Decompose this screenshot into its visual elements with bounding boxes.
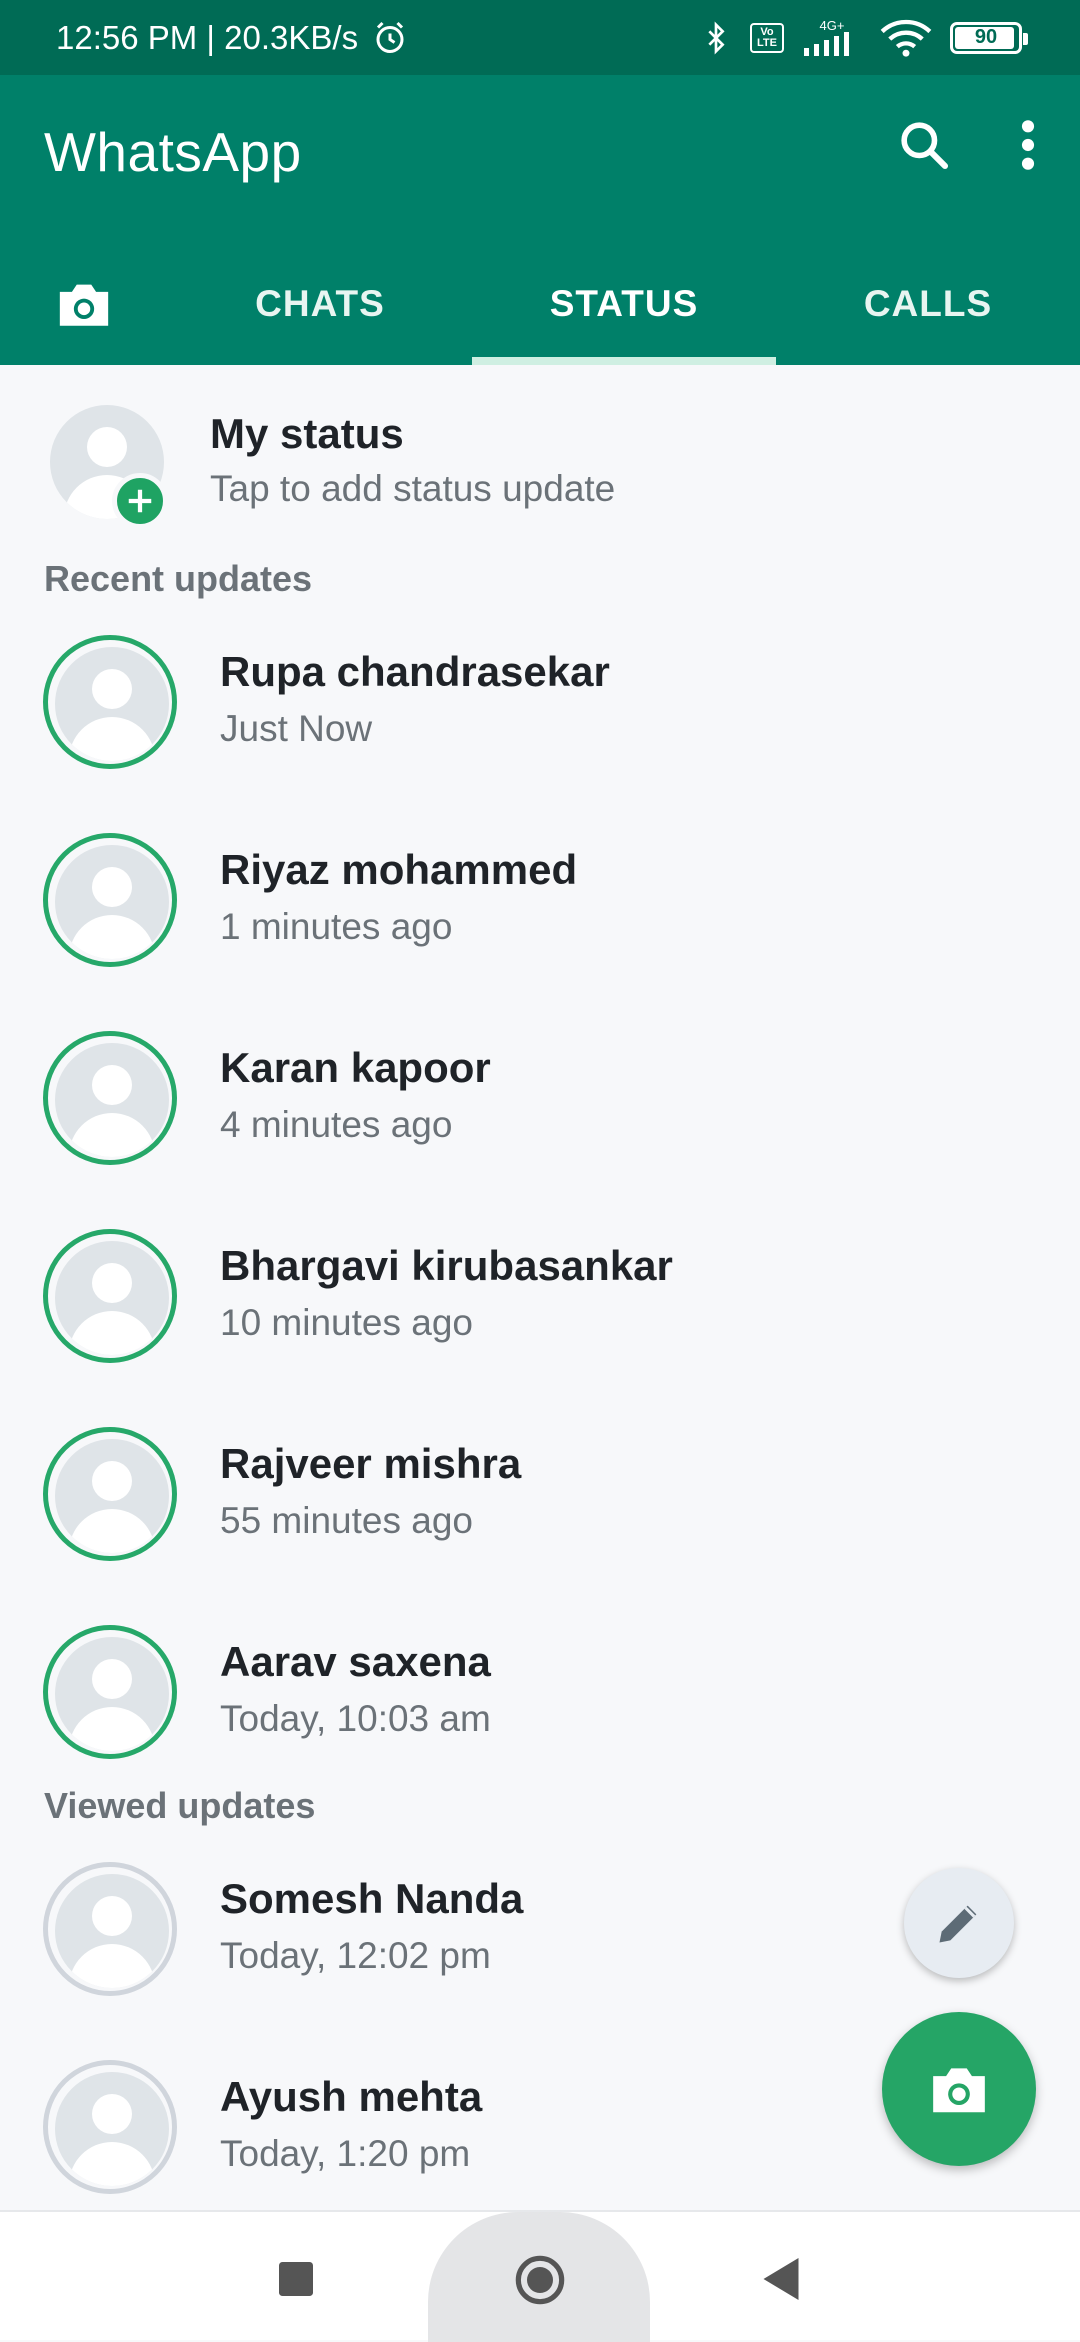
status-time: 55 minutes ago bbox=[220, 1500, 474, 1541]
avatar bbox=[55, 1637, 169, 1751]
add-status-icon bbox=[112, 473, 168, 529]
search-icon[interactable] bbox=[896, 117, 952, 173]
alarm-icon bbox=[376, 21, 404, 53]
status-time: 1 minutes ago bbox=[220, 906, 453, 947]
avatar bbox=[55, 1043, 169, 1157]
status-time: 4 minutes ago bbox=[220, 1104, 453, 1145]
time-and-speed: 12:56 PM | 20.3KB/s bbox=[56, 18, 359, 56]
camera-icon bbox=[59, 284, 109, 326]
list-item[interactable]: Karan kapoor 4 minutes ago bbox=[0, 1031, 1080, 1171]
list-item[interactable]: Aarav saxena Today, 10:03 am bbox=[0, 1625, 1080, 1765]
app-header: WhatsApp CHATS STATUS CALLS bbox=[0, 75, 1080, 365]
contact-name: Bhargavi kirubasankar bbox=[220, 1242, 673, 1289]
contact-name: Rajveer mishra bbox=[220, 1440, 522, 1487]
app-title: WhatsApp bbox=[44, 121, 302, 183]
avatar bbox=[55, 2072, 169, 2186]
contact-name: Rupa chandrasekar bbox=[220, 648, 610, 695]
battery-indicator: 90 bbox=[950, 21, 1028, 54]
tab-status[interactable]: STATUS bbox=[472, 243, 776, 365]
avatar bbox=[55, 647, 169, 761]
camera-icon bbox=[933, 2068, 985, 2113]
volte-icon: Vo LTE bbox=[750, 22, 784, 53]
contact-name: Somesh Nanda bbox=[220, 1875, 524, 1922]
bluetooth-icon bbox=[708, 20, 725, 55]
avatar bbox=[55, 1241, 169, 1355]
tab-bar: CHATS STATUS CALLS bbox=[0, 243, 1080, 365]
list-item[interactable]: Rajveer mishra 55 minutes ago bbox=[0, 1427, 1080, 1567]
contact-name: Aarav saxena bbox=[220, 1638, 491, 1685]
avatar bbox=[55, 845, 169, 959]
pencil-icon bbox=[939, 1905, 977, 1943]
status-time: Today, 10:03 am bbox=[220, 1698, 491, 1739]
viewed-updates-label: Viewed updates bbox=[44, 1785, 316, 1826]
avatar bbox=[55, 1439, 169, 1553]
status-time: Today, 12:02 pm bbox=[220, 1935, 491, 1976]
my-status-title: My status bbox=[210, 410, 404, 457]
list-item[interactable]: Rupa chandrasekar Just Now bbox=[0, 635, 1080, 775]
tab-chats[interactable]: CHATS bbox=[168, 243, 472, 365]
camera-status-button[interactable] bbox=[882, 2012, 1036, 2166]
circle-icon[interactable] bbox=[514, 2254, 566, 2306]
wifi-icon bbox=[880, 19, 932, 57]
cellular-signal-icon: 4G+ bbox=[802, 19, 862, 56]
avatar bbox=[55, 1874, 169, 1988]
tab-camera[interactable] bbox=[0, 243, 168, 365]
triangle-back-icon[interactable] bbox=[762, 2258, 800, 2300]
contact-name: Karan kapoor bbox=[220, 1044, 491, 1091]
contact-name: Riyaz mohammed bbox=[220, 846, 578, 893]
square-icon[interactable] bbox=[279, 2262, 313, 2296]
list-item[interactable]: Riyaz mohammed 1 minutes ago bbox=[0, 833, 1080, 973]
edit-status-button[interactable] bbox=[904, 1868, 1014, 1978]
contact-name: Ayush mehta bbox=[220, 2073, 483, 2120]
more-vert-icon[interactable] bbox=[1016, 117, 1040, 173]
tab-calls[interactable]: CALLS bbox=[776, 243, 1080, 365]
status-time: 10 minutes ago bbox=[220, 1302, 474, 1343]
status-time: Today, 1:20 pm bbox=[220, 2133, 471, 2174]
my-status-row[interactable]: My status Tap to add status update bbox=[0, 405, 1080, 529]
my-status-subtitle: Tap to add status update bbox=[210, 468, 616, 509]
system-status-bar: 12:56 PM | 20.3KB/s Vo LTE 4G+ 90 bbox=[0, 0, 1080, 75]
recent-updates-label: Recent updates bbox=[44, 558, 313, 599]
status-time: Just Now bbox=[220, 708, 373, 749]
system-nav-bar bbox=[0, 2210, 1080, 2342]
list-item[interactable]: Bhargavi kirubasankar 10 minutes ago bbox=[0, 1229, 1080, 1369]
